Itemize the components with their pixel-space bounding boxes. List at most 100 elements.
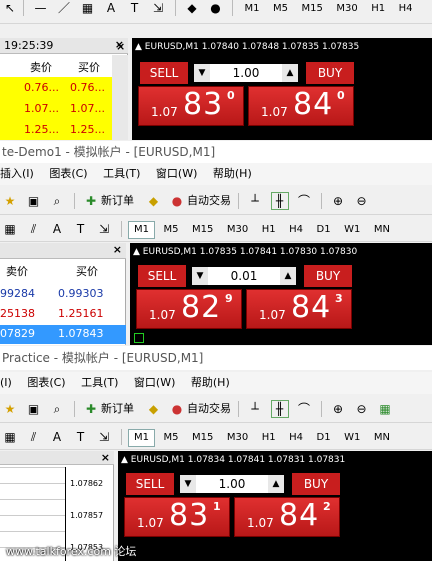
crosshair-icon[interactable]: ↖ (2, 0, 18, 16)
label-tool-icon[interactable]: T (127, 0, 143, 16)
metaeditor-icon[interactable]: ◆ (146, 401, 162, 417)
buy-price-box[interactable]: 1.07 84 0 (248, 86, 354, 126)
close-icon[interactable]: × (116, 40, 125, 53)
sell-button[interactable]: SELL (140, 62, 188, 84)
lots-up-button[interactable]: ▲ (268, 475, 284, 493)
tf-w1[interactable]: W1 (339, 430, 365, 446)
buy-button[interactable]: BUY (304, 265, 352, 287)
lots-down-button[interactable]: ▼ (180, 475, 196, 493)
tf-mn[interactable]: MN (369, 430, 395, 446)
lots-down-button[interactable]: ▼ (192, 267, 208, 285)
buy-price-box[interactable]: 1.07 84 2 (234, 497, 340, 537)
channel-icon[interactable]: ⫽ (26, 221, 42, 237)
table-row[interactable]: 99284 0.99303 (0, 285, 126, 304)
auto-trade-button[interactable]: 自动交易 (187, 194, 231, 207)
fibo-icon[interactable]: ▦ (2, 221, 18, 237)
navigator-icon[interactable]: ▣ (26, 401, 42, 417)
tf-d1[interactable]: D1 (312, 222, 336, 238)
new-order-icon[interactable]: ✚ (83, 401, 99, 417)
text-tool-icon[interactable]: A (49, 429, 65, 445)
new-order-button[interactable]: 新订单 (101, 402, 134, 415)
buy-button[interactable]: BUY (292, 473, 340, 495)
line-chart-icon[interactable]: ⌒ (296, 193, 312, 209)
tf-m1[interactable]: M1 (128, 429, 155, 447)
tf-h1[interactable]: H1 (257, 222, 281, 238)
menu-charts[interactable]: 图表(C) (27, 372, 65, 394)
close-icon[interactable]: × (101, 451, 110, 464)
bar-chart-icon[interactable]: ┴ (247, 193, 263, 209)
lots-field[interactable]: 0.01 (208, 267, 280, 285)
p3-chart[interactable]: ▲ EURUSD,M1 1.07834 1.07841 1.07831 1.07… (118, 451, 432, 561)
text-tool-icon[interactable]: A (49, 221, 65, 237)
scrollbar[interactable] (112, 55, 128, 140)
menu-tools[interactable]: 工具(T) (81, 372, 118, 394)
sell-price-box[interactable]: 1.07 82 9 (136, 289, 242, 329)
arrow-tool-icon[interactable]: ⇲ (96, 429, 112, 445)
tf-m30[interactable]: M30 (222, 430, 253, 446)
tf-m30[interactable]: M30 (331, 1, 362, 17)
close-icon[interactable]: × (113, 243, 122, 256)
trendline-icon[interactable]: ／ (56, 0, 72, 16)
tf-m30[interactable]: M30 (222, 222, 253, 238)
channel-icon[interactable]: ⫽ (26, 429, 42, 445)
tf-h1[interactable]: H1 (257, 430, 281, 446)
p2-chart[interactable]: ▲ EURUSD,M1 1.07835 1.07841 1.07830 1.07… (130, 243, 432, 345)
tf-h1[interactable]: H1 (366, 1, 390, 17)
tile-windows-icon[interactable]: ▦ (377, 401, 393, 417)
auto-trade-button[interactable]: 自动交易 (187, 402, 231, 415)
table-row[interactable]: 1.07... 1.07... (0, 99, 112, 119)
signal-icon[interactable]: ● (208, 0, 224, 16)
table-row[interactable]: 0.76... 0.76... (0, 78, 112, 98)
fibo-icon[interactable]: ▦ (80, 0, 96, 16)
metaeditor-icon[interactable]: ◆ (146, 193, 162, 209)
lots-up-button[interactable]: ▲ (282, 64, 298, 82)
tf-m5[interactable]: M5 (268, 1, 293, 17)
new-order-icon[interactable]: ✚ (83, 193, 99, 209)
arrow-tool-icon[interactable]: ⇲ (96, 221, 112, 237)
label-tool-icon[interactable]: T (73, 221, 89, 237)
tf-m5[interactable]: M5 (159, 430, 184, 446)
menu-help[interactable]: 帮助(H) (191, 372, 230, 394)
data-window-icon[interactable]: ⌕ (49, 193, 65, 209)
tf-m5[interactable]: M5 (159, 222, 184, 238)
candle-chart-icon[interactable]: ╫ (270, 192, 289, 210)
table-row[interactable]: 1.25... 1.25... (0, 120, 112, 140)
tf-h4[interactable]: H4 (284, 430, 308, 446)
text-tool-icon[interactable]: A (103, 0, 119, 16)
menu-tools[interactable]: 工具(T) (103, 163, 140, 185)
menu-insert[interactable]: (I) (0, 372, 12, 394)
tf-m15[interactable]: M15 (187, 430, 218, 446)
fibo-icon[interactable]: ▦ (2, 429, 18, 445)
tf-m15[interactable]: M15 (297, 1, 328, 17)
tf-h4[interactable]: H4 (284, 222, 308, 238)
candle-chart-icon[interactable]: ╫ (270, 400, 289, 418)
tf-mn[interactable]: MN (369, 222, 395, 238)
lots-up-button[interactable]: ▲ (280, 267, 296, 285)
tf-m1[interactable]: M1 (240, 1, 265, 17)
sell-price-box[interactable]: 1.07 83 1 (124, 497, 230, 537)
menu-window[interactable]: 窗口(W) (156, 163, 197, 185)
tf-w1[interactable]: W1 (339, 222, 365, 238)
zoom-out-icon[interactable]: ⊖ (354, 401, 370, 417)
menu-charts[interactable]: 图表(C) (49, 163, 87, 185)
table-row-selected[interactable]: 07829 1.07843 (0, 325, 126, 344)
buy-button[interactable]: BUY (306, 62, 354, 84)
line-chart-icon[interactable]: ⌒ (296, 401, 312, 417)
table-row[interactable]: 25138 1.25161 (0, 305, 126, 324)
bar-chart-icon[interactable]: ┴ (247, 401, 263, 417)
lots-down-button[interactable]: ▼ (194, 64, 210, 82)
auto-trade-icon[interactable]: ● (169, 193, 185, 209)
new-order-button[interactable]: 新订单 (101, 194, 134, 207)
buy-price-box[interactable]: 1.07 84 3 (246, 289, 352, 329)
star-icon[interactable]: ★ (2, 401, 18, 417)
zoom-in-icon[interactable]: ⊕ (330, 401, 346, 417)
tf-h4[interactable]: H4 (394, 1, 418, 17)
zoom-in-icon[interactable]: ⊕ (330, 193, 346, 209)
sell-button[interactable]: SELL (126, 473, 174, 495)
tf-d1[interactable]: D1 (312, 430, 336, 446)
navigator-icon[interactable]: ▣ (26, 193, 42, 209)
p1-chart[interactable]: ▲ EURUSD,M1 1.07840 1.07848 1.07835 1.07… (132, 38, 432, 140)
hline-icon[interactable]: — (33, 0, 49, 16)
tf-m15[interactable]: M15 (187, 222, 218, 238)
menu-window[interactable]: 窗口(W) (134, 372, 175, 394)
